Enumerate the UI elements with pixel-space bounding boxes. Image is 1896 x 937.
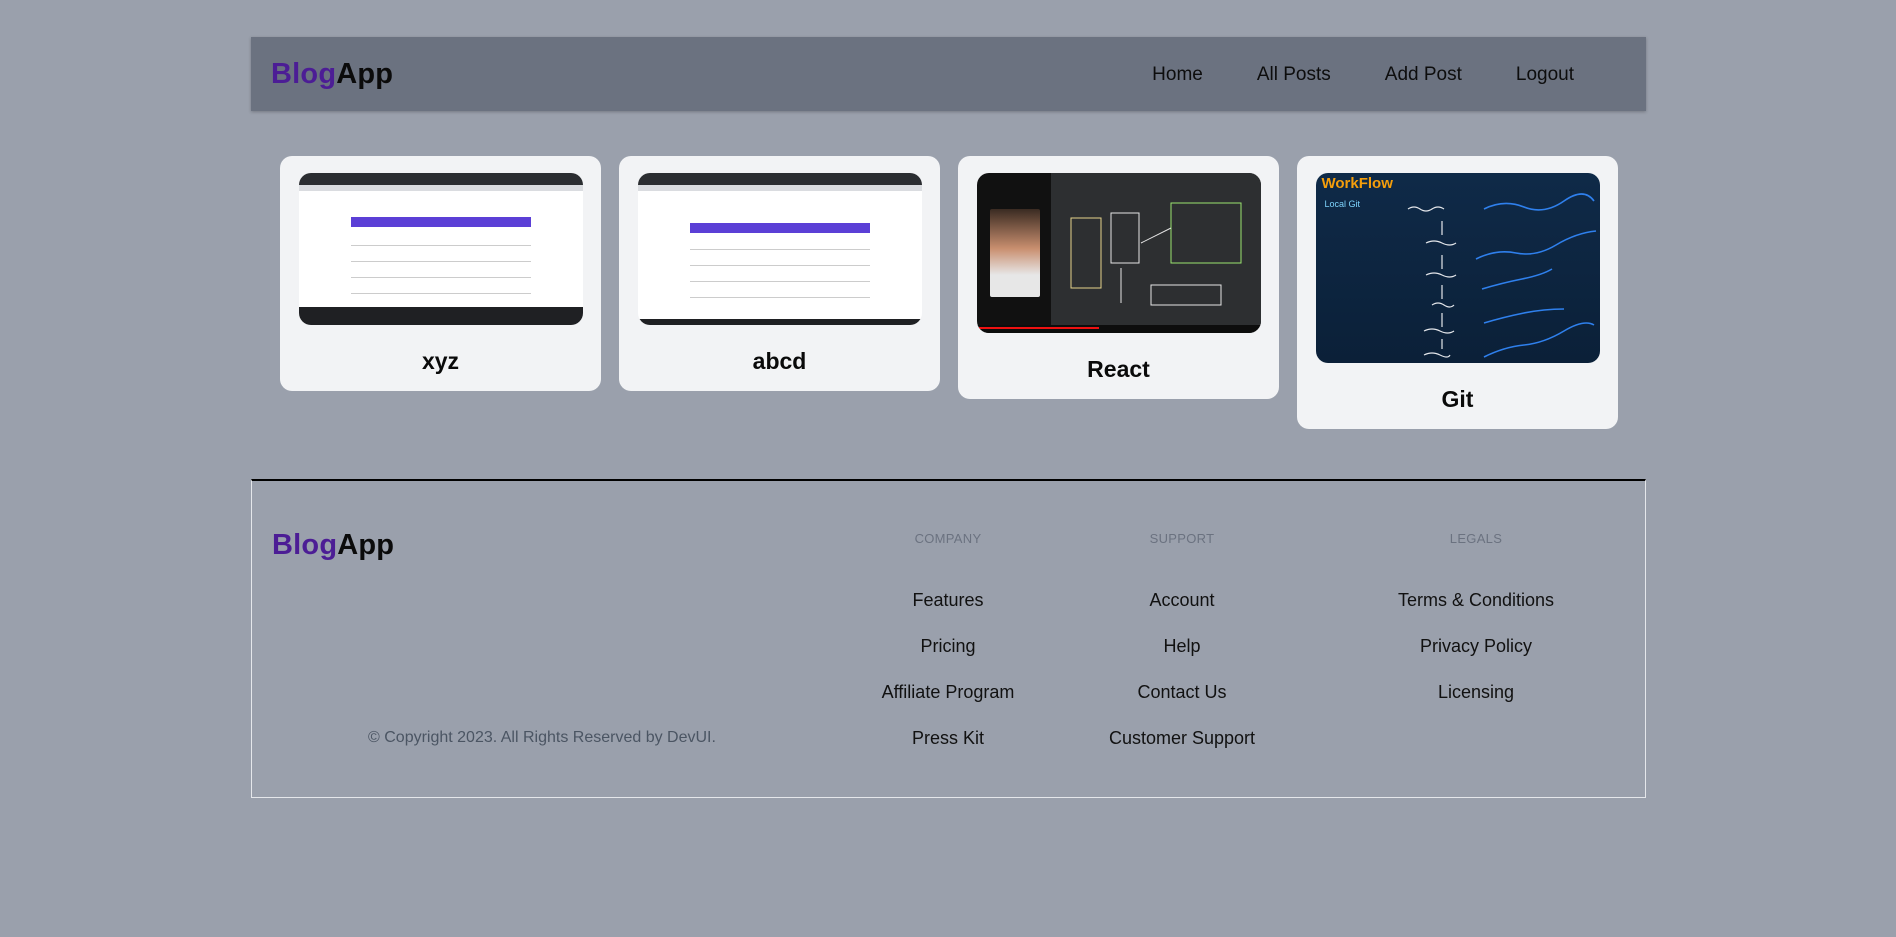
footer-column-heading: Company: [914, 531, 982, 546]
footer-link-terms[interactable]: Terms & Conditions: [1356, 589, 1596, 635]
footer-brand-logo[interactable]: BlogApp: [272, 529, 394, 562]
brand-logo[interactable]: BlogApp: [271, 58, 393, 91]
footer-link-press-kit[interactable]: Press Kit: [848, 727, 1048, 773]
post-title: React: [1087, 356, 1150, 382]
post-title: xyz: [421, 348, 460, 374]
footer-link-account[interactable]: Account: [1062, 589, 1302, 635]
post-card[interactable]: abcd: [619, 156, 940, 391]
footer-link-contact-us[interactable]: Contact Us: [1062, 681, 1302, 727]
footer-link-affiliate-program[interactable]: Affiliate Program: [848, 681, 1048, 727]
nav-logout[interactable]: Logout: [1489, 64, 1601, 86]
post-image: [976, 173, 1261, 333]
site-footer: BlogApp © Copyright 2023. All Rights Res…: [251, 479, 1646, 798]
post-card[interactable]: xyz: [280, 156, 601, 391]
post-image: [637, 173, 922, 325]
post-card[interactable]: React: [958, 156, 1279, 399]
copyright-text: © Copyright 2023. All Rights Reserved by…: [368, 729, 716, 746]
post-image: [298, 173, 583, 325]
footer-link-pricing[interactable]: Pricing: [848, 635, 1048, 681]
brand-logo-part2: App: [336, 57, 394, 90]
footer-brand-part2: App: [337, 529, 395, 561]
nav-home[interactable]: Home: [1125, 64, 1230, 86]
post-card[interactable]: WorkFlow Local Git Git: [1297, 156, 1618, 429]
footer-column-support: Support Account Help Contact Us Customer…: [1062, 529, 1302, 773]
post-image: WorkFlow Local Git: [1315, 173, 1600, 363]
footer-column-company: Company Features Pricing Affiliate Progr…: [848, 529, 1048, 773]
footer-column-heading: Legals: [1449, 531, 1503, 546]
footer-column-legals: Legals Terms & Conditions Privacy Policy…: [1356, 529, 1596, 727]
post-grid: xyz abcd React WorkFlow Local Git Git: [280, 156, 1618, 429]
footer-link-privacy-policy[interactable]: Privacy Policy: [1356, 635, 1596, 681]
post-title: Git: [1441, 386, 1474, 412]
brand-logo-part1: Blog: [271, 57, 337, 90]
main-nav: Home All Posts Add Post Logout: [1125, 64, 1601, 86]
footer-link-licensing[interactable]: Licensing: [1356, 681, 1596, 727]
nav-add-post[interactable]: Add Post: [1358, 64, 1489, 86]
presenter-thumbnail: [989, 209, 1040, 297]
post-title: abcd: [752, 348, 807, 374]
footer-link-help[interactable]: Help: [1062, 635, 1302, 681]
site-header: BlogApp Home All Posts Add Post Logout: [251, 37, 1646, 111]
footer-brand-part1: Blog: [272, 529, 338, 561]
footer-link-customer-support[interactable]: Customer Support: [1062, 727, 1302, 773]
footer-column-heading: Support: [1149, 531, 1215, 546]
footer-link-features[interactable]: Features: [848, 589, 1048, 635]
nav-all-posts[interactable]: All Posts: [1230, 64, 1358, 86]
